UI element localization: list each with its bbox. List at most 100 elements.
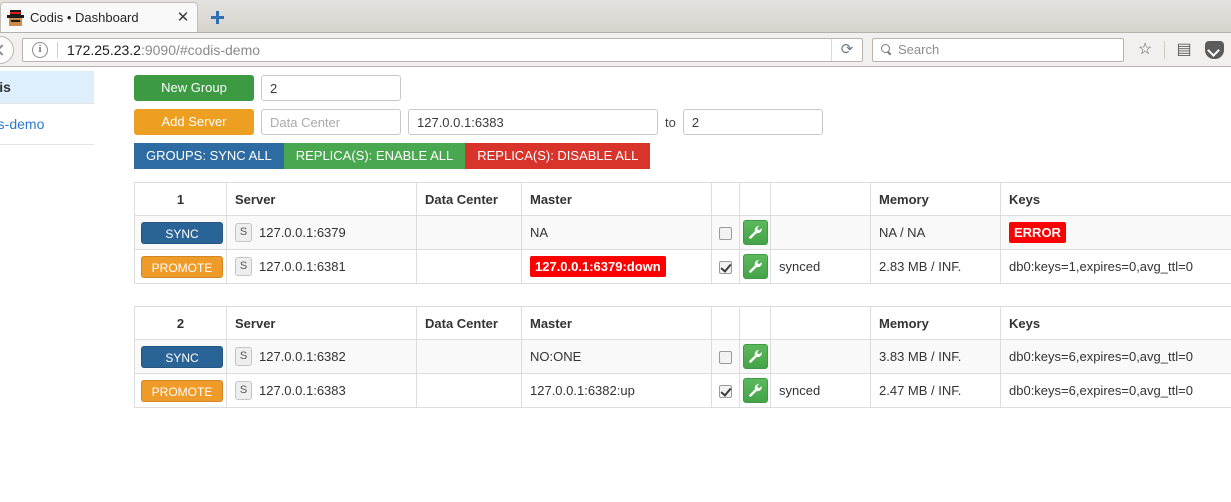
to-label: to (665, 114, 676, 130)
toolbar-divider (1164, 40, 1165, 59)
data-center-cell (416, 249, 522, 284)
address-bar[interactable]: i 172.25.23.2:9090/#codis-demo ⟳ (22, 37, 863, 62)
replicas-disable-all-button[interactable]: REPLICA(S): DISABLE ALL (465, 143, 651, 169)
master-header: Master (521, 182, 712, 216)
role-badge: S (235, 257, 252, 276)
sidebar-item-codis[interactable]: Codis (0, 71, 94, 104)
new-tab-button[interactable] (202, 4, 232, 30)
wrench-icon[interactable] (742, 344, 768, 369)
new-group-button[interactable]: New Group (134, 75, 254, 101)
data-center-cell (416, 215, 522, 250)
wrench-icon[interactable] (742, 378, 768, 403)
keys-cell: ERROR (1000, 215, 1231, 250)
keys-cell: db0:keys=1,expires=0,avg_ttl=0 (1000, 249, 1231, 284)
replica-checkbox[interactable] (719, 227, 732, 241)
replica-checkbox[interactable] (719, 261, 732, 275)
add-server-row: Add Server to (134, 109, 1231, 135)
codis-favicon-icon (7, 9, 24, 26)
reload-button[interactable]: ⟳ (831, 38, 862, 61)
promote-button[interactable]: PROMOTE (141, 255, 223, 278)
new-group-row: New Group (134, 75, 1231, 101)
sidebar-item-label: codis-demo (0, 116, 45, 132)
server-address-input[interactable] (408, 109, 658, 135)
memory-header: Memory (870, 306, 1001, 340)
replica-checkbox[interactable] (719, 351, 732, 365)
reading-list-icon[interactable]: ▤ (1173, 39, 1195, 61)
browser-search-box[interactable]: Search (872, 37, 1124, 62)
server-cell: S 127.0.0.1:6381 (226, 249, 417, 284)
replica-checkbox-cell (711, 373, 740, 408)
row-action-cell: SYNC (134, 339, 227, 374)
sidebar-item-codis-demo[interactable]: codis-demo (0, 104, 94, 145)
replicas-enable-all-button[interactable]: REPLICA(S): ENABLE ALL (283, 143, 466, 169)
master-cell: 127.0.0.1:6379:down (521, 249, 712, 284)
data-center-header: Data Center (416, 306, 522, 340)
tools-cell (739, 339, 771, 374)
data-center-header: Data Center (416, 182, 522, 216)
browser-tab[interactable]: Codis • Dashboard ✕ (0, 2, 198, 32)
replica-header (711, 182, 740, 216)
master-down-badge: 127.0.0.1:6379:down (530, 256, 666, 277)
bookmark-star-icon[interactable]: ☆ (1134, 39, 1156, 61)
role-badge: S (235, 223, 252, 242)
server-header: Server (226, 182, 417, 216)
page-body: Codis codis-demo New Group Add Server to… (0, 67, 1231, 501)
sync-state-cell (770, 215, 871, 250)
row-action-cell: PROMOTE (134, 249, 227, 284)
master-cell: NA (521, 215, 712, 250)
reload-icon: ⟳ (840, 41, 854, 58)
group-id-header: 1 (134, 182, 227, 216)
server-cell: S 127.0.0.1:6383 (226, 373, 417, 408)
pocket-icon-wrap[interactable] (1203, 39, 1225, 61)
memory-cell: 3.83 MB / INF. (870, 339, 1001, 374)
wrench-icon[interactable] (742, 220, 768, 245)
tools-header (739, 306, 771, 340)
master-header: Master (521, 306, 712, 340)
row-action-cell: PROMOTE (134, 373, 227, 408)
sync-button[interactable]: SYNC (141, 345, 223, 368)
data-center-input[interactable] (261, 109, 401, 135)
master-cell: 127.0.0.1:6382:up (521, 373, 712, 408)
tab-title: Codis • Dashboard (30, 10, 139, 25)
memory-cell: 2.47 MB / INF. (870, 373, 1001, 408)
table-row: PROMOTE S 127.0.0.1:6383 127.0.0.1:6382:u… (134, 373, 1231, 408)
replica-checkbox[interactable] (719, 385, 732, 399)
sync-state-header (770, 306, 871, 340)
site-info-icon[interactable]: i (32, 41, 48, 58)
data-center-cell (416, 373, 522, 408)
group-table-1: 1 Server Data Center Master Memory Keys … (134, 182, 1231, 284)
master-cell: NO:ONE (521, 339, 712, 374)
tools-cell (739, 373, 771, 408)
close-icon[interactable]: ✕ (175, 9, 191, 26)
target-group-input[interactable] (682, 109, 823, 135)
sync-state-header (770, 182, 871, 216)
toolbar-icons: ☆ ▤ (1134, 39, 1225, 61)
new-group-id-input[interactable] (261, 75, 401, 101)
memory-cell: NA / NA (870, 215, 1001, 250)
table-row: PROMOTE S 127.0.0.1:6381 127.0.0.1:6379:d… (134, 249, 1231, 284)
keys-header: Keys (1000, 182, 1231, 216)
add-server-button[interactable]: Add Server (134, 109, 254, 135)
keys-error-badge: ERROR (1009, 222, 1066, 243)
group-table-2: 2 Server Data Center Master Memory Keys … (134, 306, 1231, 408)
server-address: 127.0.0.1:6381 (259, 259, 346, 274)
wrench-icon[interactable] (742, 254, 768, 279)
search-icon (881, 44, 892, 55)
server-header: Server (226, 306, 417, 340)
replica-checkbox-cell (711, 339, 740, 374)
sync-button[interactable]: SYNC (141, 221, 223, 244)
table-header-row: 1 Server Data Center Master Memory Keys (134, 182, 1231, 216)
memory-header: Memory (870, 182, 1001, 216)
role-badge: S (235, 347, 252, 366)
url-path: :9090/#codis-demo (140, 41, 261, 58)
row-action-cell: SYNC (134, 215, 227, 250)
table-row: SYNC S 127.0.0.1:6379 NA NA / NA ERROR (134, 215, 1231, 250)
bulk-actions-row: GROUPS: SYNC ALL REPLICA(S): ENABLE ALL … (134, 143, 1231, 169)
tools-cell (739, 249, 771, 284)
data-center-cell (416, 339, 522, 374)
table-header-row: 2 Server Data Center Master Memory Keys (134, 306, 1231, 340)
back-button[interactable] (0, 35, 14, 64)
memory-cell: 2.83 MB / INF. (870, 249, 1001, 284)
promote-button[interactable]: PROMOTE (141, 379, 223, 402)
groups-sync-all-button[interactable]: GROUPS: SYNC ALL (134, 143, 284, 169)
